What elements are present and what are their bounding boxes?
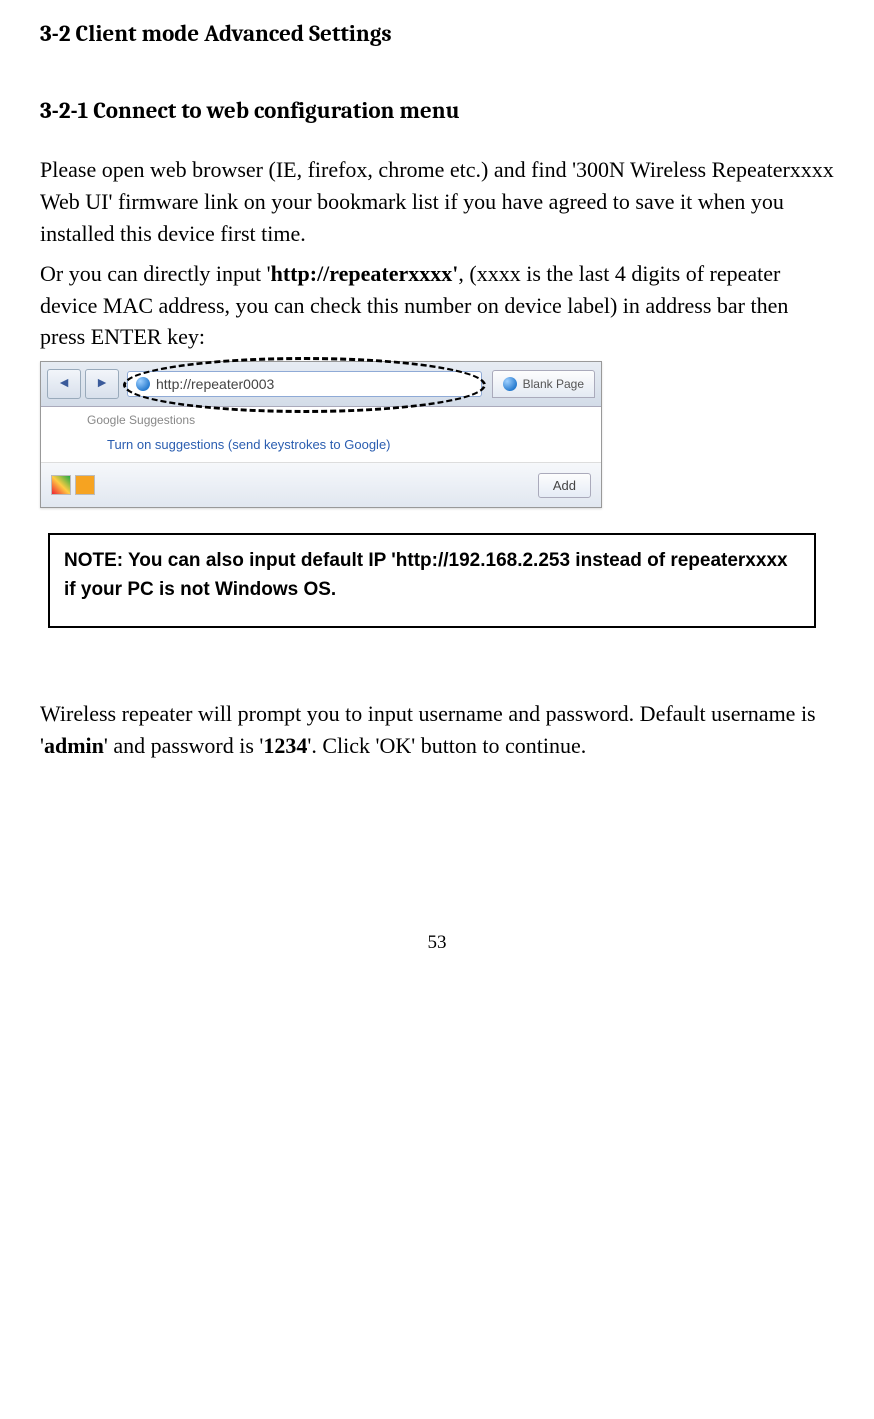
- suggestion-group-label: Google Suggestions: [41, 407, 601, 429]
- forward-button: ►: [85, 369, 119, 399]
- p2-prefix: Or you can directly input ': [40, 261, 271, 286]
- browser-topbar: ◄ ► http://repeater0003 Blank Page: [41, 362, 601, 407]
- p2-url: http://repeaterxxxx': [271, 261, 459, 286]
- suggestion-row: Turn on suggestions (send keystrokes to …: [41, 429, 601, 463]
- google-icon: [51, 475, 71, 495]
- rss-icon: [75, 475, 95, 495]
- browser-screenshot: ◄ ► http://repeater0003 Blank Page Googl…: [40, 361, 602, 508]
- arrow-left-icon: ◄: [57, 376, 71, 392]
- back-button: ◄: [47, 369, 81, 399]
- p3-password: 1234: [263, 733, 307, 758]
- note-box: NOTE: You can also input default IP 'htt…: [48, 533, 816, 628]
- page-number: 53: [40, 932, 834, 954]
- ie-icon: [136, 377, 150, 391]
- p3-admin: admin: [44, 733, 104, 758]
- intro-paragraph-2: Or you can directly input 'http://repeat…: [40, 258, 834, 354]
- ie-icon: [503, 377, 517, 391]
- mini-icons: [51, 475, 95, 495]
- address-bar: http://repeater0003: [127, 371, 482, 397]
- credentials-paragraph: Wireless repeater will prompt you to inp…: [40, 698, 834, 762]
- note-text: NOTE: You can also input default IP 'htt…: [64, 550, 788, 600]
- browser-tab: Blank Page: [492, 370, 595, 398]
- p3-suffix: '. Click 'OK' button to continue.: [307, 733, 586, 758]
- browser-bottom-bar: Add: [41, 463, 601, 507]
- intro-paragraph-1: Please open web browser (IE, firefox, ch…: [40, 154, 834, 250]
- section-heading: 3-2 Client mode Advanced Settings: [40, 20, 834, 47]
- tab-label: Blank Page: [523, 377, 584, 391]
- address-text: http://repeater0003: [156, 376, 274, 392]
- p3-mid: ' and password is ': [104, 733, 263, 758]
- address-bar-wrapper: http://repeater0003: [127, 371, 482, 397]
- arrow-right-icon: ►: [95, 376, 109, 392]
- add-button: Add: [538, 473, 591, 498]
- subsection-heading: 3-2-1 Connect to web configuration menu: [40, 97, 834, 124]
